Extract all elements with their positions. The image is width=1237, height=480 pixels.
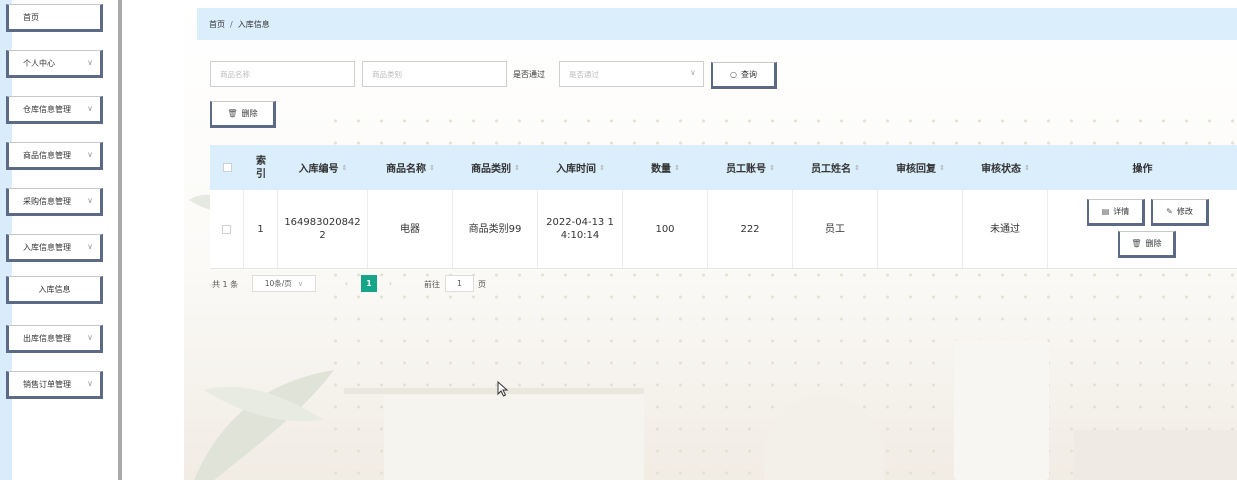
- sort-icon: ⇕: [429, 163, 435, 172]
- pencil-icon: ✎: [1166, 207, 1173, 216]
- header-reply[interactable]: 审核回复 ⇕: [878, 145, 963, 190]
- sidebar-item-label: 仓库信息管理: [23, 104, 71, 114]
- mouse-pointer-icon: [497, 381, 509, 397]
- trash-icon: 🗑: [1131, 239, 1142, 248]
- row-select-cell: [210, 190, 244, 268]
- sort-icon: ⇕: [514, 163, 520, 172]
- search-icon: ○: [730, 70, 737, 79]
- table-row: 1 164983020842 2 电器 商品类别99 2022-04-13 1 …: [210, 190, 1237, 269]
- batch-delete-button[interactable]: 🗑 删除: [210, 101, 276, 128]
- header-category[interactable]: 商品类别 ⇕: [453, 145, 538, 190]
- chevron-left-icon: ‹: [345, 279, 348, 288]
- row-checkbox[interactable]: [222, 224, 231, 234]
- approved-select[interactable]: 是否通过: [559, 61, 704, 87]
- select-all-cell: [210, 145, 244, 190]
- chevron-down-icon: ∨: [87, 196, 93, 205]
- header-status[interactable]: 审核状态 ⇕: [963, 145, 1048, 190]
- pagination-total: 共 1 条: [212, 280, 239, 289]
- sidebar-item-warehouse[interactable]: 仓库信息管理 ∨: [6, 96, 103, 124]
- row-status: 未通过: [963, 190, 1048, 268]
- row-index: 1: [244, 190, 278, 268]
- block-shape: [1074, 430, 1237, 480]
- table-header: 索引 入库编号 ⇕ 商品名称 ⇕ 商品类别 ⇕ 入库时间 ⇕ 数量 ⇕ 员工账号 ⇕ 员工姓…: [210, 145, 1237, 190]
- document-icon: ▤: [1101, 207, 1110, 216]
- header-time[interactable]: 入库时间 ⇕: [538, 145, 623, 190]
- breadcrumb-current: 入库信息: [237, 19, 270, 29]
- cylinder-shape: [954, 340, 1049, 480]
- chevron-down-icon: ∨: [87, 104, 93, 113]
- approved-filter-label: 是否通过: [513, 70, 545, 79]
- chevron-down-icon: ∨: [297, 279, 304, 288]
- box-shape: [384, 395, 644, 480]
- chevron-down-icon: ∨: [87, 242, 93, 251]
- row-delete-button[interactable]: 🗑 删除: [1118, 231, 1176, 258]
- sidebar-item-label: 商品信息管理: [23, 150, 71, 160]
- goods-name-input[interactable]: 商品名称: [210, 61, 355, 87]
- goods-category-input[interactable]: 商品类别: [362, 61, 507, 87]
- row-reply: [878, 190, 963, 268]
- sort-icon: ⇕: [939, 163, 945, 172]
- sidebar-item-label: 销售订单管理: [23, 379, 71, 389]
- breadcrumb-home[interactable]: 首页: [209, 19, 225, 30]
- header-actions: 操作: [1132, 164, 1153, 175]
- sort-icon: ⇕: [769, 163, 775, 172]
- sort-icon: ⇕: [599, 163, 605, 172]
- sidebar-item-purchase[interactable]: 采购信息管理 ∨: [6, 188, 103, 216]
- next-page-button[interactable]: ›: [383, 275, 398, 292]
- breadcrumb-separator: /: [230, 19, 233, 29]
- row-code: 164983020842 2: [278, 190, 368, 268]
- header-name[interactable]: 商品名称 ⇕: [368, 145, 453, 190]
- chevron-right-icon: ›: [389, 279, 392, 288]
- prev-page-button[interactable]: ‹: [339, 275, 354, 292]
- search-button[interactable]: ○ 查询: [711, 62, 777, 89]
- sidebar-item-inbound[interactable]: 入库信息管理 ∨: [6, 234, 103, 262]
- sort-icon: ⇕: [674, 163, 680, 172]
- header-account[interactable]: 员工账号 ⇕: [708, 145, 793, 190]
- chevron-down-icon: ∨: [87, 58, 93, 67]
- row-account: 222: [708, 190, 793, 268]
- sidebar-item-label: 首页: [23, 12, 39, 22]
- sidebar-item-label: 入库信息: [38, 284, 71, 294]
- sidebar-item-label: 个人中心: [23, 58, 55, 68]
- row-staff: 员工: [793, 190, 878, 268]
- sidebar-item-label: 入库信息管理: [23, 242, 71, 252]
- sidebar-divider: [118, 0, 122, 480]
- sort-icon: ⇕: [1024, 163, 1030, 172]
- sidebar-item-inbound-info[interactable]: 入库信息: [6, 276, 103, 304]
- breadcrumb: 首页 / 入库信息: [197, 8, 1237, 40]
- edit-button[interactable]: ✎ 修改: [1151, 199, 1209, 226]
- sidebar: 首页 个人中心 ∨ 仓库信息管理 ∨ 商品信息管理 ∨ 采购信息管理 ∨ 入库信…: [0, 0, 122, 480]
- header-index: 索引: [256, 155, 266, 180]
- row-category: 商品类别99: [453, 190, 538, 268]
- chevron-down-icon: ∨: [87, 379, 93, 388]
- sidebar-item-sales[interactable]: 销售订单管理 ∨: [6, 371, 103, 399]
- goto-label: 前往: [424, 280, 440, 289]
- header-qty[interactable]: 数量 ⇕: [623, 145, 708, 190]
- sidebar-item-label: 采购信息管理: [23, 196, 71, 206]
- page-size-select[interactable]: 10条/页 ∨: [252, 275, 316, 292]
- row-qty: 100: [623, 190, 708, 268]
- row-name: 电器: [368, 190, 453, 268]
- sidebar-item-personal-center[interactable]: 个人中心 ∨: [6, 50, 103, 78]
- page-suffix: 页: [478, 280, 486, 289]
- sidebar-item-goods[interactable]: 商品信息管理 ∨: [6, 142, 103, 170]
- header-staff[interactable]: 员工姓名 ⇕: [793, 145, 878, 190]
- sidebar-item-home[interactable]: 首页: [6, 4, 103, 32]
- header-code[interactable]: 入库编号 ⇕: [278, 145, 368, 190]
- detail-button[interactable]: ▤ 详情: [1087, 199, 1145, 226]
- goto-page-input[interactable]: 1: [445, 275, 474, 292]
- sidebar-item-outbound[interactable]: 出库信息管理 ∨: [6, 325, 103, 353]
- chevron-down-icon: ∨: [690, 68, 696, 77]
- sort-icon: ⇕: [854, 163, 860, 172]
- select-all-checkbox[interactable]: [222, 163, 232, 172]
- sidebar-item-label: 出库信息管理: [23, 333, 71, 343]
- trash-icon: 🗑: [227, 109, 238, 118]
- sort-icon: ⇕: [341, 163, 348, 172]
- chevron-down-icon: ∨: [87, 333, 93, 342]
- row-time: 2022-04-13 1 4:10:14: [538, 190, 623, 268]
- shelf-shape: [344, 388, 644, 394]
- chevron-down-icon: ∨: [87, 150, 93, 159]
- page-number-current[interactable]: 1: [361, 275, 377, 292]
